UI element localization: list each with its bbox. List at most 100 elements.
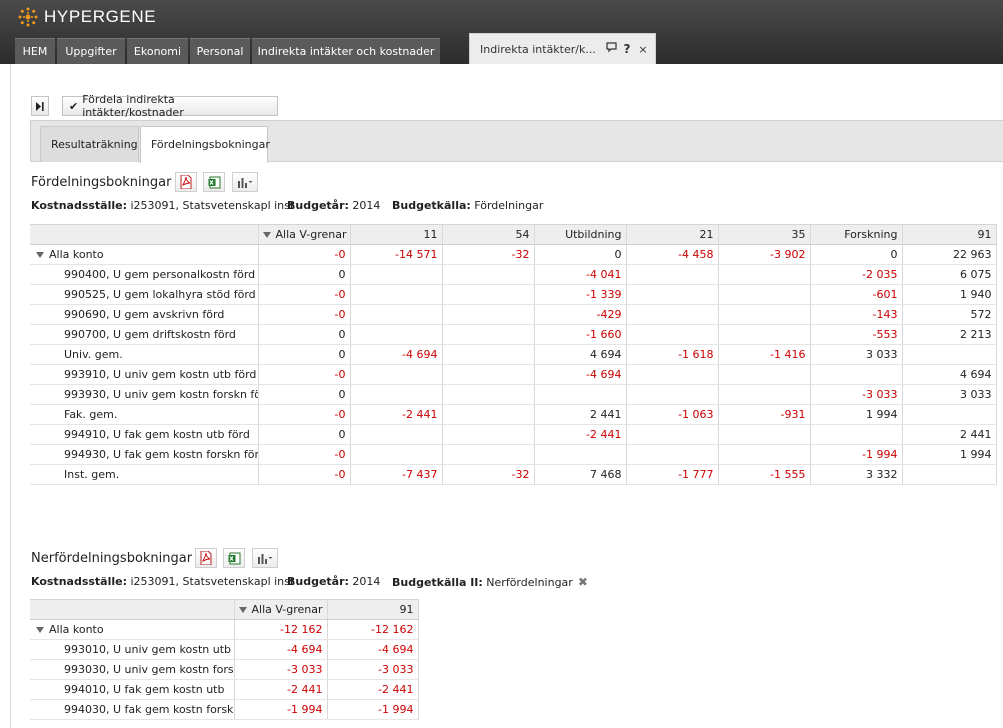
table-cell: -1 555	[718, 464, 811, 485]
table-cell	[902, 404, 997, 425]
help-icon[interactable]: ?	[620, 42, 634, 56]
row-label[interactable]: 990690, U gem avskrivn förd	[30, 304, 259, 325]
row-label[interactable]: Univ. gem.	[30, 344, 259, 365]
table-cell: -4 041	[534, 264, 627, 285]
expand-triangle-icon[interactable]	[238, 607, 247, 613]
comment-icon[interactable]	[604, 42, 618, 56]
pdf-export-button[interactable]	[175, 172, 197, 192]
table-cell: 22 963	[902, 244, 997, 265]
table-cell	[442, 444, 535, 465]
tab-fordelningsbokningar[interactable]: Fördelningsbokningar	[140, 126, 270, 163]
table-cell: 3 033	[902, 384, 997, 405]
collapse-panel-button[interactable]	[31, 96, 49, 116]
column-header[interactable]: Forskning	[810, 224, 903, 245]
table-row: Univ. gem. 0 -4 694 4 694 -1 618 -1 416 3 033	[30, 344, 997, 365]
bar-chart-icon	[258, 554, 273, 564]
row-label-text: Fak. gem.	[64, 408, 118, 421]
checkmark-icon: ✔	[69, 99, 79, 113]
pdf-export-button-2[interactable]	[195, 548, 217, 568]
table-cell: 0	[258, 424, 351, 445]
column-header[interactable]: Utbildning	[534, 224, 627, 245]
table-cell	[626, 424, 719, 445]
column-header[interactable]: Alla V-grenar	[258, 224, 351, 245]
row-label[interactable]: Inst. gem.	[30, 464, 259, 485]
row-label[interactable]: Fak. gem.	[30, 404, 259, 425]
column-header[interactable]: 54	[442, 224, 535, 245]
open-document-tab[interactable]: Indirekta intäkter/k... ? ×	[469, 33, 656, 64]
nav-tab-indirekta[interactable]: Indirekta intäkter och kostnader	[252, 38, 440, 64]
column-header[interactable]: 91	[902, 224, 997, 245]
remove-source-icon[interactable]: ✖	[578, 575, 588, 589]
year-value: 2014	[348, 199, 381, 212]
table-cell	[534, 384, 627, 405]
table-cell: 0	[258, 324, 351, 345]
tab-resultatrakning[interactable]: Resultaträkning	[40, 126, 139, 162]
table-cell	[718, 304, 811, 325]
nav-tab-hem[interactable]: HEM	[15, 38, 55, 64]
row-label[interactable]: 994010, U fak gem kostn utb	[30, 679, 235, 700]
table-cell	[442, 304, 535, 325]
chart-options-button[interactable]	[232, 172, 258, 192]
row-label[interactable]: 990700, U gem driftskostn förd	[30, 324, 259, 345]
column-header-label: Alla V-grenar	[251, 603, 323, 616]
row-label-text: Alla konto	[49, 248, 104, 261]
nav-tab-personal[interactable]: Personal	[190, 38, 250, 64]
row-label-text: 993010, U univ gem kostn utb	[64, 643, 231, 656]
section2-title: Nerfördelningsbokningar	[31, 551, 193, 566]
expand-triangle-icon[interactable]	[262, 232, 271, 238]
bar-chart-icon	[238, 178, 253, 188]
column-header[interactable]: 11	[350, 224, 443, 245]
table-cell: 0	[810, 244, 903, 265]
distribute-button[interactable]: ✔ Fördela indirekta intäkter/kostnader	[62, 93, 278, 119]
section1-meta: Kostnadsställe: i253091, Statsvetenskapl…	[31, 199, 543, 212]
row-label[interactable]: 993010, U univ gem kostn utb	[30, 639, 235, 660]
table-cell	[718, 284, 811, 305]
column-header-label: 91	[977, 228, 992, 241]
column-header[interactable]: 35	[718, 224, 811, 245]
row-label-text: Alla konto	[49, 623, 104, 636]
table-row: 994030, U fak gem kostn forskn -1 994 -1 9…	[30, 699, 419, 720]
collapse-triangle-icon[interactable]	[36, 627, 44, 633]
table-row: 993930, U univ gem kostn forskn förd 0 -3 …	[30, 384, 997, 405]
excel-export-button-2[interactable]	[223, 548, 245, 568]
row-label[interactable]: 990525, U gem lokalhyra stöd förd	[30, 284, 259, 305]
row-label[interactable]: Alla konto	[30, 619, 235, 640]
row-label[interactable]: 994030, U fak gem kostn forskn	[30, 699, 235, 720]
table-cell: -1 339	[534, 284, 627, 305]
table-cell: -553	[810, 324, 903, 345]
column-header-label: 21	[699, 228, 714, 241]
table-cell	[350, 424, 443, 445]
open-tab-label: Indirekta intäkter/k...	[480, 42, 596, 56]
table-cell: -14 571	[350, 244, 443, 265]
column-header[interactable]: 91	[327, 599, 419, 620]
nav-tab-uppgifter[interactable]: Uppgifter	[57, 38, 125, 64]
row-label[interactable]: 993910, U univ gem kostn utb förd	[30, 364, 259, 385]
distribution-table: Alla V-grenar 11 54 Utbildning 21 35 Forskning…	[30, 224, 997, 485]
row-label-text: 993030, U univ gem kostn forskn	[64, 663, 234, 676]
kst-value-2: i253091, Statsvetenskapl inst	[127, 575, 295, 588]
row-label[interactable]: 994930, U fak gem kostn forskn förd	[30, 444, 259, 465]
column-header[interactable]: 21	[626, 224, 719, 245]
table-cell	[350, 284, 443, 305]
table-cell: -601	[810, 284, 903, 305]
row-label[interactable]: Alla konto	[30, 244, 259, 265]
column-header[interactable]: Alla V-grenar	[234, 599, 328, 620]
chart-options-button-2[interactable]	[252, 548, 278, 568]
pdf-icon	[200, 551, 212, 565]
row-label[interactable]: 994910, U fak gem kostn utb förd	[30, 424, 259, 445]
nav-tab-ekonomi[interactable]: Ekonomi	[127, 38, 188, 64]
table-cell: -2 441	[534, 424, 627, 445]
table-cell: -3 902	[718, 244, 811, 265]
table-cell	[442, 264, 535, 285]
row-label[interactable]: 993030, U univ gem kostn forskn	[30, 659, 235, 680]
table-row: 990690, U gem avskrivn förd -0 -429 -143 572	[30, 304, 997, 325]
close-icon[interactable]: ×	[636, 43, 650, 56]
logo[interactable]: HYPERGENE	[16, 5, 156, 29]
row-label[interactable]: 993930, U univ gem kostn forskn förd	[30, 384, 259, 405]
table-cell: -7 437	[350, 464, 443, 485]
excel-export-button[interactable]	[203, 172, 225, 192]
table-cell: -32	[442, 244, 535, 265]
table-cell	[350, 364, 443, 385]
row-label[interactable]: 990400, U gem personalkostn förd	[30, 264, 259, 285]
collapse-triangle-icon[interactable]	[36, 252, 44, 258]
